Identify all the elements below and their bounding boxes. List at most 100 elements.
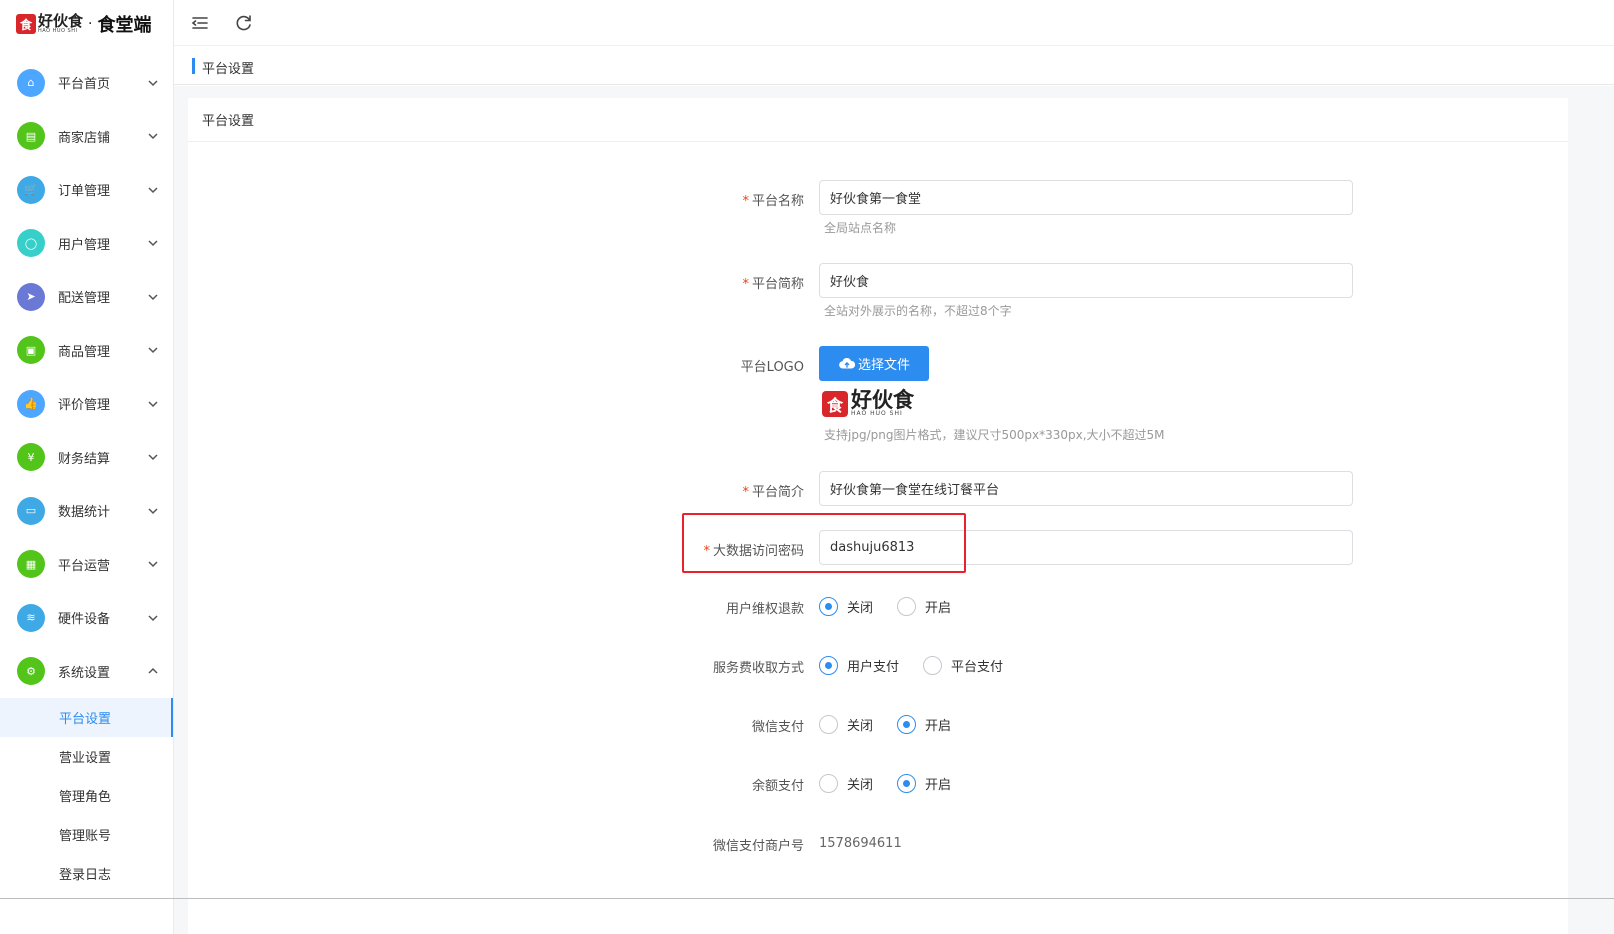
platform-short-label: * 平台简称 bbox=[742, 273, 804, 292]
home-icon: ⌂ bbox=[17, 68, 45, 97]
logo-mark-icon: 食 bbox=[16, 14, 36, 34]
service-fee-radio-option[interactable]: 平台支付 bbox=[923, 656, 1003, 675]
refund-radio-group: 关闭 开启 bbox=[819, 597, 975, 616]
submenu-item[interactable]: 管理角色 bbox=[0, 776, 173, 815]
radio-circle-icon[interactable] bbox=[819, 656, 838, 675]
sidebar-item-goods[interactable]: ▣ 商品管理 bbox=[0, 324, 173, 378]
service-fee-label: 服务费收取方式 bbox=[712, 661, 804, 676]
radio-circle-icon[interactable] bbox=[897, 774, 917, 793]
radio-label: 平台支付 bbox=[951, 660, 1004, 675]
card-title: 平台设置 bbox=[188, 98, 1568, 142]
choose-file-label: 选择文件 bbox=[857, 358, 910, 373]
platform-name-label: * 平台名称 bbox=[742, 190, 804, 209]
breadcrumb: 平台设置 bbox=[174, 47, 1614, 85]
sidebar-item-home[interactable]: ⌂ 平台首页 bbox=[0, 56, 173, 110]
wechat-pay-radio-option[interactable]: 关闭 bbox=[819, 715, 873, 734]
sidebar-item-label: 配送管理 bbox=[58, 291, 111, 307]
wechat-pay-radio-group: 关闭 开启 bbox=[819, 715, 975, 734]
store-icon: ▤ bbox=[17, 122, 45, 151]
sidebar-item-label: 评价管理 bbox=[58, 398, 111, 414]
submenu-item[interactable]: 登录日志 bbox=[0, 854, 173, 893]
radio-circle-icon[interactable] bbox=[819, 774, 838, 793]
breadcrumb-current[interactable]: 平台设置 bbox=[202, 58, 254, 77]
platform-name-input[interactable] bbox=[819, 180, 1353, 215]
sidebar-item-wifi[interactable]: ≋ 硬件设备 bbox=[0, 591, 173, 645]
service-fee-radio-option[interactable]: 用户支付 bbox=[819, 656, 899, 675]
wechat-mch-label: 微信支付商户号 bbox=[712, 839, 804, 854]
page-bottom-divider bbox=[0, 898, 1614, 899]
radio-circle-icon[interactable] bbox=[897, 597, 917, 616]
submenu-item[interactable]: 管理账号 bbox=[0, 815, 173, 854]
required-mark: * bbox=[742, 194, 749, 209]
sidebar-item-label: 平台运营 bbox=[58, 558, 111, 574]
sidebar-item-thumb[interactable]: 👍 评价管理 bbox=[0, 377, 173, 431]
radio-label: 关闭 bbox=[847, 719, 874, 734]
bigdata-password-label: * 大数据访问密码 bbox=[703, 540, 804, 559]
settings-icon: ⚙ bbox=[17, 657, 45, 686]
sidebar-item-gift[interactable]: ▦ 平台运营 bbox=[0, 538, 173, 592]
radio-label: 关闭 bbox=[847, 601, 874, 616]
sidebar-item-label: 财务结算 bbox=[58, 451, 111, 467]
sidebar-item-finance[interactable]: ¥ 财务结算 bbox=[0, 431, 173, 485]
radio-circle-icon[interactable] bbox=[819, 715, 838, 734]
refund-radio-option[interactable]: 关闭 bbox=[819, 597, 873, 616]
bigdata-password-input[interactable] bbox=[819, 530, 1353, 565]
cart-icon: 🛒 bbox=[17, 175, 45, 204]
sidebar-item-user[interactable]: ◯ 用户管理 bbox=[0, 217, 173, 271]
radio-circle-icon[interactable] bbox=[897, 715, 917, 734]
balance-pay-radio-option[interactable]: 关闭 bbox=[819, 774, 873, 793]
required-mark: * bbox=[742, 277, 749, 292]
balance-pay-radio-option[interactable]: 开启 bbox=[897, 774, 951, 793]
submenu-item[interactable]: 平台设置 bbox=[0, 698, 173, 737]
sidebar-item-monitor[interactable]: ▭ 数据统计 bbox=[0, 484, 173, 538]
sidebar-item-label: 订单管理 bbox=[58, 184, 111, 200]
radio-label: 开启 bbox=[925, 719, 952, 734]
submenu-item[interactable]: 营业设置 bbox=[0, 737, 173, 776]
breadcrumb-marker bbox=[192, 58, 195, 74]
sidebar-item-label: 平台首页 bbox=[58, 77, 111, 93]
brand-logo[interactable]: 食 好伙食 HAO HUO SHI · 食堂端 bbox=[16, 10, 151, 38]
required-mark: * bbox=[742, 485, 749, 500]
chevron-down-icon bbox=[146, 504, 160, 518]
goods-icon: ▣ bbox=[17, 336, 45, 365]
monitor-icon: ▭ bbox=[17, 496, 45, 525]
platform-intro-input[interactable] bbox=[819, 471, 1353, 506]
thumb-icon: 👍 bbox=[17, 389, 45, 418]
sidebar-item-label: 系统设置 bbox=[58, 665, 111, 681]
required-mark: * bbox=[703, 544, 710, 559]
collapse-menu-icon[interactable] bbox=[190, 13, 210, 33]
sidebar-item-store[interactable]: ▤ 商家店铺 bbox=[0, 110, 173, 164]
logo-preview-image: 食 好伙食 HAO HUO SHI bbox=[822, 390, 914, 417]
service-fee-radio-group: 用户支付 平台支付 bbox=[819, 656, 1027, 675]
sidebar-item-label: 数据统计 bbox=[58, 505, 111, 521]
refund-radio-option[interactable]: 开启 bbox=[897, 597, 951, 616]
wechat-mch-value: 1578694611 bbox=[819, 836, 902, 851]
wechat-pay-radio-option[interactable]: 开启 bbox=[897, 715, 951, 734]
settings-card: 平台设置 *平台名称 全局站点名称 *平台简称 全站对外展示的名称，不超过8个字… bbox=[188, 98, 1568, 934]
logo-text: 好伙食 HAO HUO SHI bbox=[38, 14, 83, 34]
radio-label: 用户支付 bbox=[847, 660, 900, 675]
radio-circle-icon[interactable] bbox=[819, 597, 838, 616]
chevron-down-icon bbox=[146, 450, 160, 464]
platform-short-input[interactable] bbox=[819, 263, 1353, 298]
chevron-up-icon bbox=[146, 664, 160, 678]
top-toolbar bbox=[174, 0, 1614, 46]
gift-icon: ▦ bbox=[17, 550, 45, 579]
radio-circle-icon[interactable] bbox=[923, 656, 943, 675]
bigdata-password-label-text: 大数据访问密码 bbox=[712, 544, 804, 559]
choose-file-button[interactable]: 选择文件 bbox=[819, 346, 929, 381]
sidebar: 食 好伙食 HAO HUO SHI · 食堂端 ⌂ 平台首页 ▤ 商家店铺 🛒 订单管理 ◯… bbox=[0, 0, 174, 934]
sidebar-item-send[interactable]: ➤ 配送管理 bbox=[0, 270, 173, 324]
send-icon: ➤ bbox=[17, 282, 45, 311]
refresh-icon[interactable] bbox=[234, 13, 254, 33]
refund-label: 用户维权退款 bbox=[725, 602, 804, 617]
sidebar-item-settings[interactable]: ⚙ 系统设置 bbox=[0, 645, 173, 699]
platform-logo-label: 平台LOGO bbox=[740, 360, 804, 375]
sidebar-item-cart[interactable]: 🛒 订单管理 bbox=[0, 163, 173, 217]
logo-name-en: HAO HUO SHI bbox=[38, 28, 78, 34]
platform-intro-label: * 平台简介 bbox=[742, 481, 804, 500]
chevron-down-icon bbox=[146, 76, 160, 90]
logo-preview-mark-icon: 食 bbox=[822, 390, 848, 417]
chevron-down-icon bbox=[146, 343, 160, 357]
finance-icon: ¥ bbox=[17, 443, 45, 472]
